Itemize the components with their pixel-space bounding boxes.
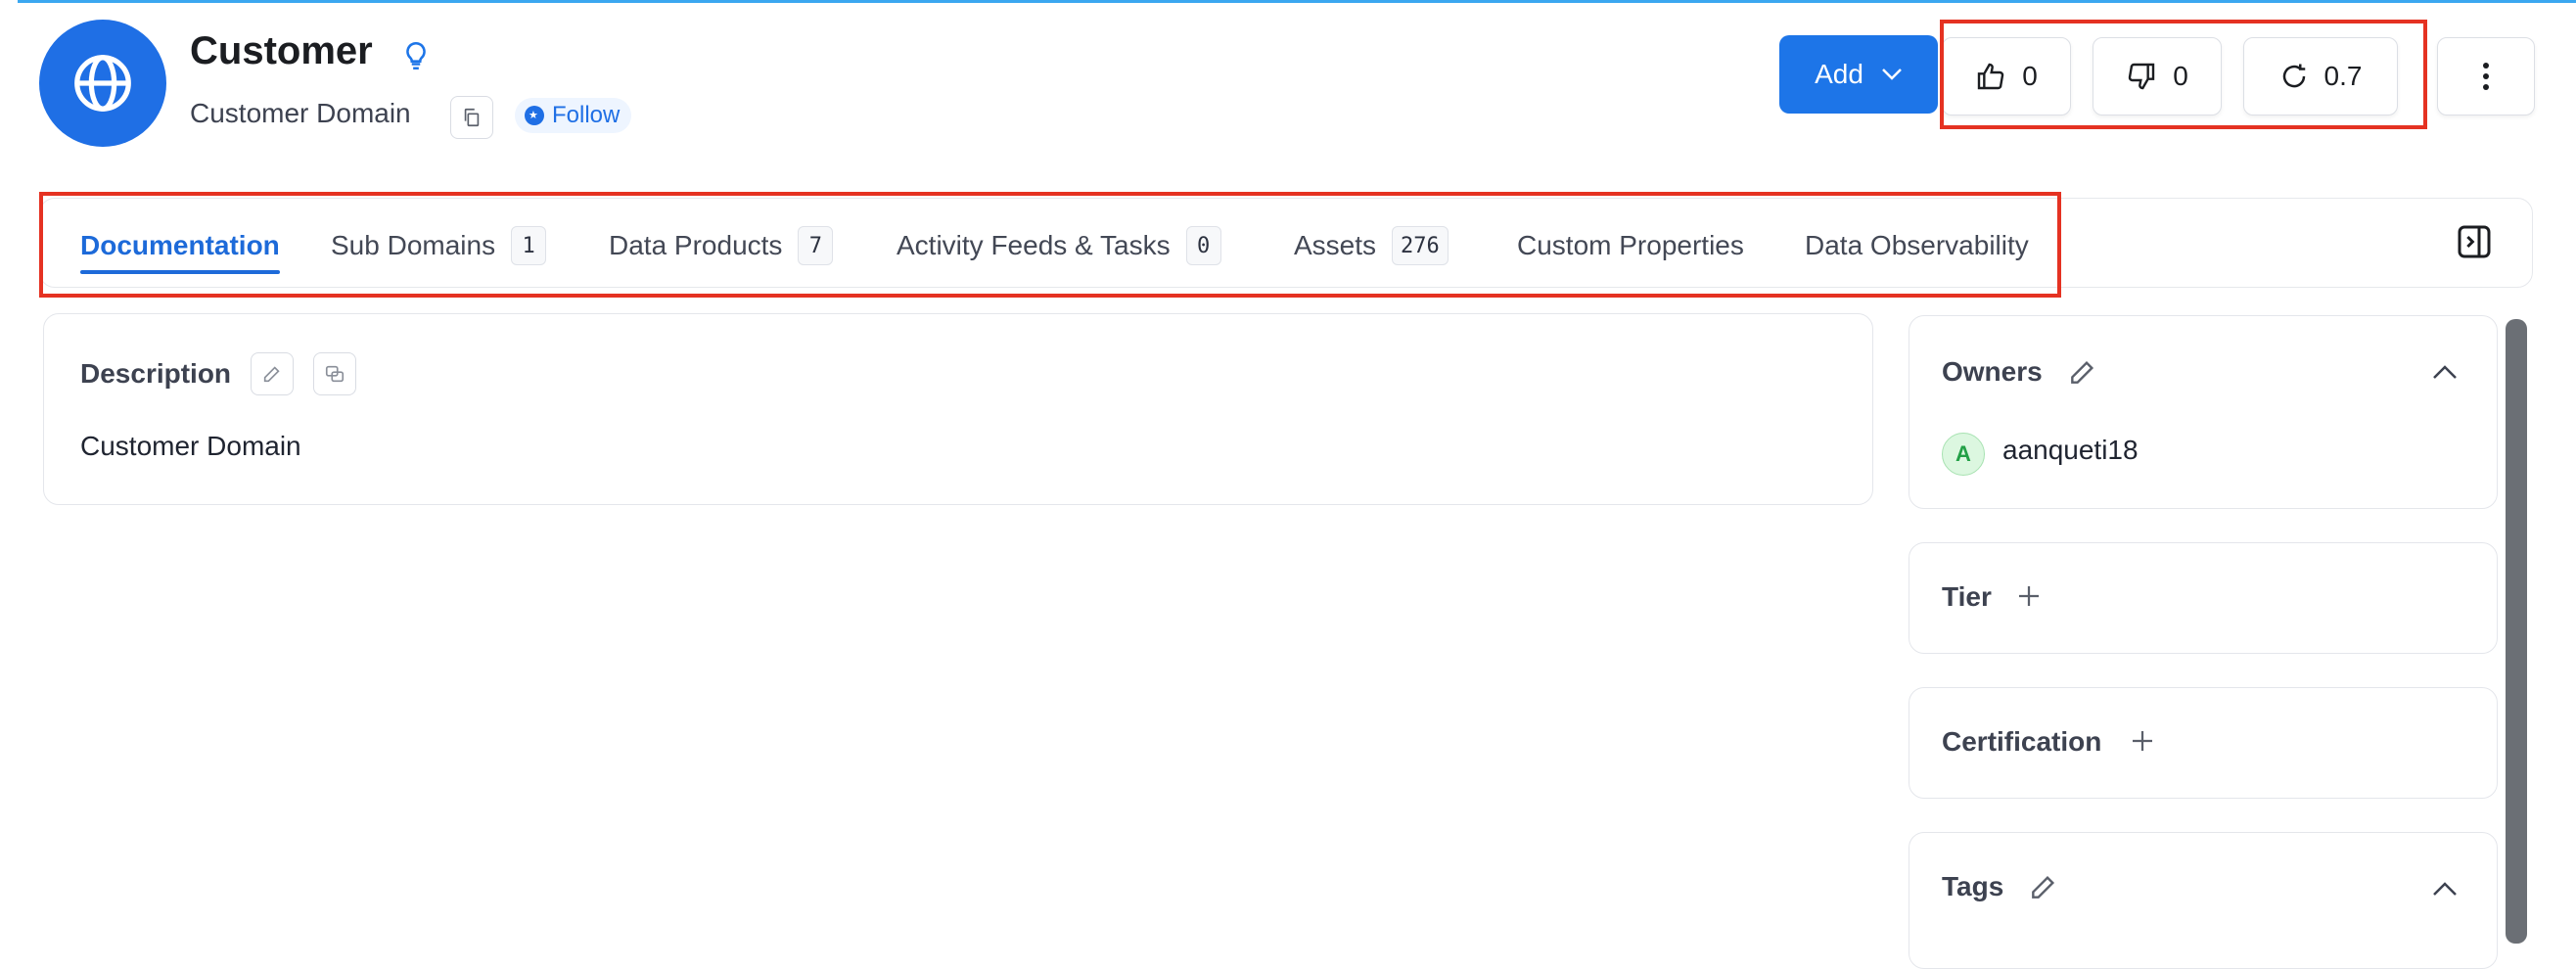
copy-button[interactable] <box>450 96 493 139</box>
page-title: Customer <box>190 29 373 72</box>
sidebar-scrollbar[interactable] <box>2506 319 2527 944</box>
tier-card <box>1909 542 2498 654</box>
add-button[interactable]: Add <box>1779 35 1938 114</box>
description-label: Description <box>80 358 232 389</box>
lightbulb-icon[interactable] <box>399 39 433 72</box>
owner-avatar: A <box>1942 433 1985 476</box>
page-subtitle: Customer Domain <box>190 98 411 128</box>
chevron-up-icon[interactable] <box>2431 879 2459 899</box>
highlight-box-actions <box>1940 20 2427 129</box>
more-options-button[interactable] <box>2437 37 2535 115</box>
add-tier-icon[interactable] <box>2014 581 2044 611</box>
owners-card <box>1909 315 2498 509</box>
owner-name[interactable]: aanqueti18 <box>2002 435 2139 466</box>
follow-button[interactable]: Follow <box>515 98 632 133</box>
more-vertical-icon <box>2483 63 2489 90</box>
description-text: Customer Domain <box>80 431 301 461</box>
follow-label: Follow <box>552 102 621 128</box>
request-description-button[interactable] <box>313 352 356 395</box>
edit-description-button[interactable] <box>251 352 294 395</box>
add-certification-icon[interactable] <box>2128 726 2157 756</box>
top-accent-line <box>18 0 2576 3</box>
description-card <box>43 313 1873 505</box>
panel-toggle-icon[interactable] <box>2455 221 2494 262</box>
add-label: Add <box>1815 59 1863 89</box>
highlight-box-tabs <box>39 192 2061 298</box>
tier-label: Tier <box>1942 581 1992 612</box>
globe-icon <box>74 55 131 112</box>
certification-label: Certification <box>1942 726 2102 757</box>
star-icon <box>525 106 544 125</box>
copy-icon <box>464 108 480 127</box>
edit-icon <box>263 366 280 383</box>
chevron-up-icon[interactable] <box>2431 362 2459 382</box>
chat-icon <box>325 365 345 383</box>
edit-owners-icon[interactable] <box>2067 356 2098 388</box>
edit-tags-icon[interactable] <box>2028 871 2059 902</box>
domain-avatar <box>39 20 166 147</box>
tags-label: Tags <box>1942 871 2004 901</box>
owners-label: Owners <box>1942 356 2043 387</box>
chevron-down-icon <box>1882 69 1902 80</box>
